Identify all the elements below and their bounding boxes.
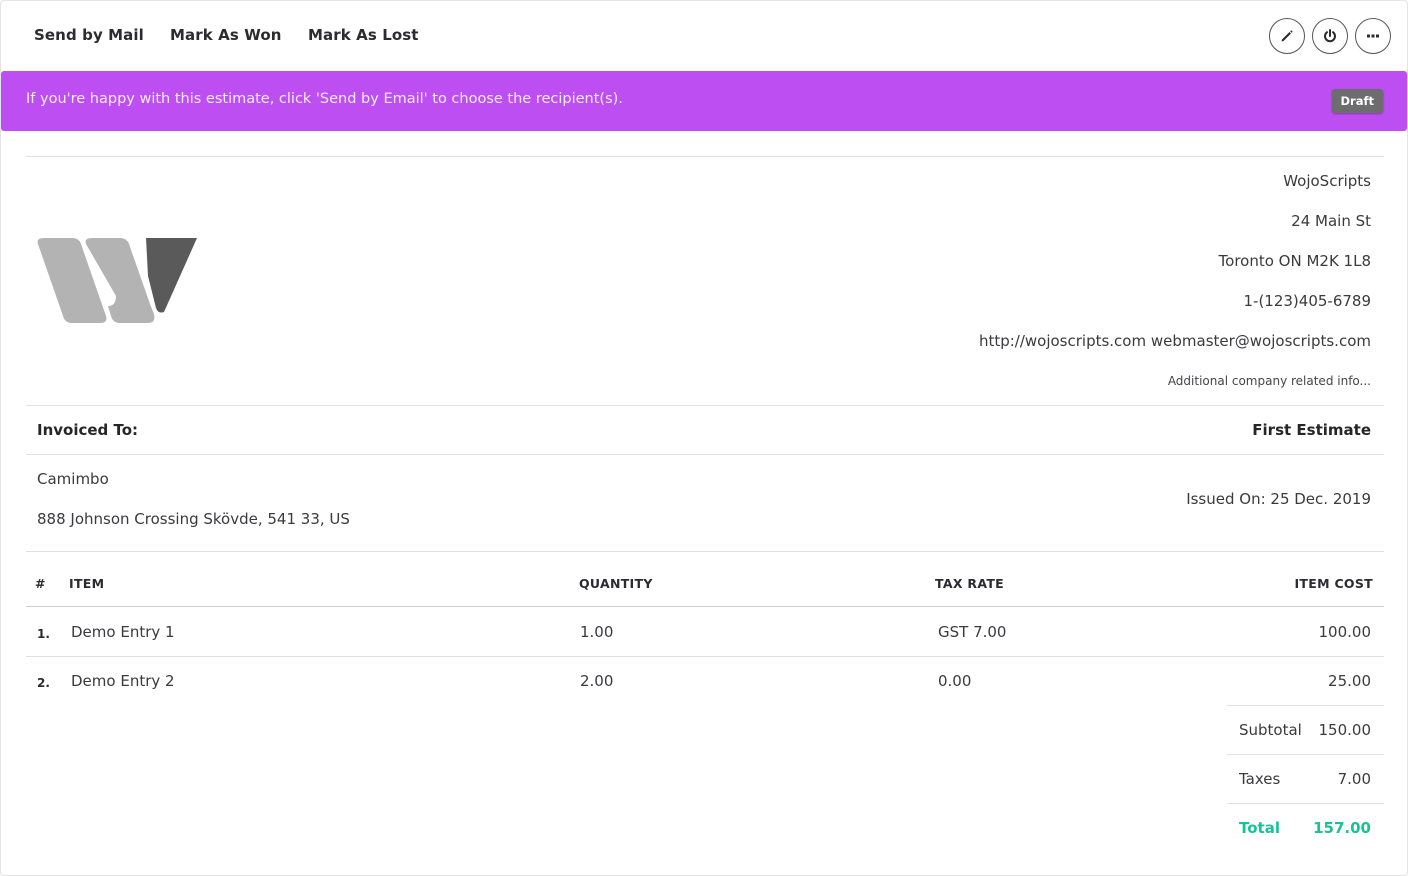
invoiced-to-label: Invoiced To: [37, 421, 139, 439]
divider [26, 405, 1384, 406]
edit-button[interactable] [1269, 18, 1305, 54]
summary-divider [1227, 754, 1384, 755]
row-quantity: 1.00 [580, 623, 614, 641]
row-number: 1. [37, 627, 50, 641]
company-phone: 1-(123)405-6789 [1243, 292, 1371, 310]
col-header-item: ITEM [69, 576, 105, 591]
col-header-item-cost: ITEM COST [1294, 576, 1373, 591]
table-header-divider [26, 606, 1384, 607]
row-tax-rate: GST 7.00 [938, 623, 1007, 641]
divider [26, 656, 1384, 657]
issued-date: Issued On: 25 Dec. 2019 [1186, 490, 1371, 508]
row-cost: 25.00 [1328, 672, 1371, 690]
row-item: Demo Entry 1 [71, 623, 175, 641]
toolbar: Send by Mail Mark As Won Mark As Lost [0, 0, 1408, 72]
total-value: 157.00 [1313, 819, 1371, 837]
col-header-quantity: QUANTITY [579, 576, 653, 591]
mark-as-won-button[interactable]: Mark As Won [170, 26, 282, 44]
row-number: 2. [37, 676, 50, 690]
status-badge: Draft [1331, 89, 1383, 113]
row-tax-rate: 0.00 [938, 672, 972, 690]
company-logo [37, 238, 197, 323]
power-button[interactable] [1312, 18, 1348, 54]
total-label: Total [1239, 819, 1280, 837]
more-icon [1367, 34, 1379, 38]
more-options-button[interactable] [1355, 18, 1391, 54]
company-web-email[interactable]: http://wojoscripts.com webmaster@wojoscr… [979, 332, 1371, 350]
mark-as-lost-button[interactable]: Mark As Lost [308, 26, 419, 44]
company-extra-info: Additional company related info... [1167, 374, 1371, 388]
page-frame [0, 0, 1408, 876]
client-name: Camimbo [37, 470, 109, 488]
divider [26, 454, 1384, 455]
summary-divider [1227, 705, 1384, 706]
col-header-tax-rate: TAX RATE [935, 576, 1005, 591]
send-by-mail-button[interactable]: Send by Mail [34, 26, 144, 44]
summary-divider [1227, 803, 1384, 804]
power-icon [1324, 29, 1336, 43]
banner-message: If you're happy with this estimate, clic… [26, 91, 623, 107]
draft-notice-banner: If you're happy with this estimate, clic… [1, 71, 1407, 131]
client-address: 888 Johnson Crossing Skövde, 541 33, US [37, 510, 350, 528]
divider [26, 551, 1384, 552]
subtotal-value: 150.00 [1318, 721, 1372, 739]
col-header-num: # [35, 576, 46, 591]
row-quantity: 2.00 [580, 672, 614, 690]
estimate-title: First Estimate [1252, 421, 1371, 439]
company-city: Toronto ON M2K 1L8 [1218, 252, 1371, 270]
taxes-value: 7.00 [1337, 770, 1371, 788]
pencil-icon [1281, 30, 1293, 42]
row-cost: 100.00 [1318, 623, 1372, 641]
divider [26, 156, 1384, 157]
taxes-label: Taxes [1239, 770, 1281, 788]
subtotal-label: Subtotal [1239, 721, 1302, 739]
company-street: 24 Main St [1291, 212, 1371, 230]
company-name: WojoScripts [1283, 172, 1371, 190]
row-item: Demo Entry 2 [71, 672, 175, 690]
